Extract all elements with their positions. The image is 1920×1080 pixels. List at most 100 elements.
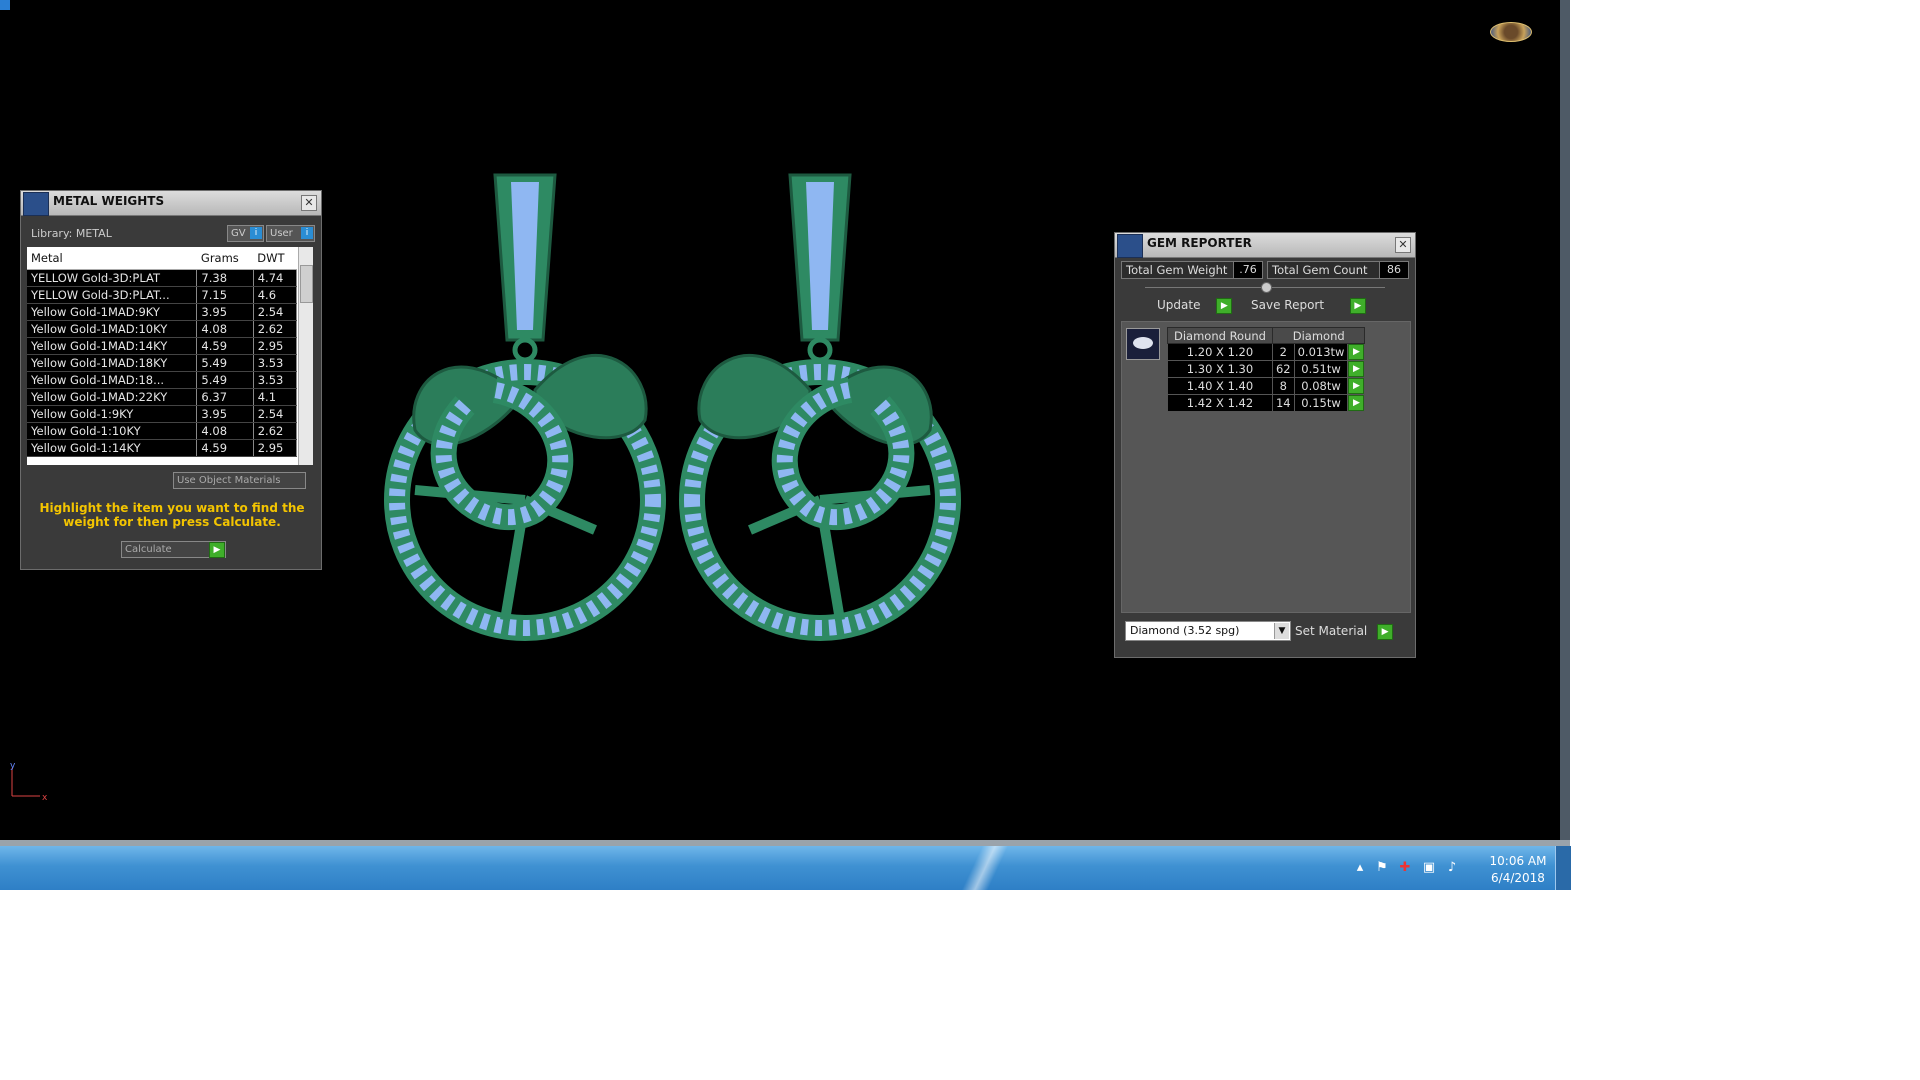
column-header-diamond: Diamond <box>1271 327 1366 344</box>
metal-weights-panel: METAL WEIGHTS ✕ Library: METAL GV i User i… <box>20 190 322 570</box>
metal-cell: Yellow Gold-1MAD:22KY <box>27 388 198 406</box>
dropdown-arrow-icon[interactable]: ▼ <box>1274 623 1289 639</box>
grams-cell: 3.95 <box>196 405 254 423</box>
gem-list[interactable]: Diamond Round Diamond 1.20 X 1.20 2 0.013t… <box>1121 321 1411 613</box>
clock-time[interactable]: 10:06 AM <box>1478 854 1558 868</box>
gem-size-cell: 1.40 X 1.40 <box>1167 377 1273 395</box>
play-icon[interactable]: ▶ <box>1348 395 1365 411</box>
metal-table-scrollbar[interactable] <box>298 247 313 465</box>
total-gem-count-value: 86 <box>1379 261 1409 279</box>
tray-arrow-icon[interactable]: ▴ <box>1352 860 1368 876</box>
table-row[interactable]: YELLOW Gold-3D:PLAT... 7.15 4.6 <box>27 286 298 304</box>
table-row[interactable]: 1.20 X 1.20 2 0.013tw ▶ <box>1167 343 1366 361</box>
dwt-cell: 2.54 <box>253 405 298 423</box>
scrollbar-thumb[interactable] <box>300 265 313 303</box>
use-object-materials-button[interactable]: Use Object Materials <box>173 472 306 489</box>
axis-y-label: y <box>10 761 16 771</box>
column-header-diamond-round: Diamond Round <box>1167 327 1273 344</box>
calculate-hint: Highlight the item you want to find the … <box>39 501 305 529</box>
window-border <box>1560 0 1570 846</box>
gem-reporter-panel: GEM REPORTER ✕ Total Gem Weight .76 Tota… <box>1114 232 1416 658</box>
set-material-label: Set Material <box>1295 624 1368 638</box>
gem-size-cell: 1.30 X 1.30 <box>1167 360 1273 378</box>
use-object-materials-label: Use Object Materials <box>177 475 281 486</box>
table-row[interactable]: Yellow Gold-1MAD:9KY 3.95 2.54 <box>27 303 298 321</box>
total-gem-weight-label: Total Gem Weight <box>1121 261 1235 279</box>
gem-reporter-icon <box>1117 234 1143 258</box>
dwt-cell: 2.54 <box>253 303 298 321</box>
update-label: Update <box>1157 298 1201 312</box>
table-row[interactable]: Yellow Gold-1MAD:14KY 4.59 2.95 <box>27 337 298 355</box>
table-row[interactable]: Yellow Gold-1:14KY 4.59 2.95 <box>27 439 298 457</box>
gem-size-cell: 1.42 X 1.42 <box>1167 394 1273 412</box>
close-icon[interactable]: ✕ <box>1395 237 1411 253</box>
table-row[interactable]: Yellow Gold-1MAD:18KY 5.49 3.53 <box>27 354 298 372</box>
3d-viewport[interactable]: y x METAL WEIGHTS ✕ Library: METAL GV i U… <box>0 0 1560 846</box>
row-action-cell[interactable]: ▶ <box>1347 343 1366 361</box>
table-row[interactable]: 1.40 X 1.40 8 0.08tw ▶ <box>1167 377 1366 395</box>
column-header-metal[interactable]: Metal <box>27 247 197 270</box>
taskbar-highlight <box>930 846 1040 890</box>
speaker-icon[interactable]: ♪ <box>1444 860 1460 876</box>
user-label: User <box>270 228 293 239</box>
close-icon[interactable]: ✕ <box>301 195 317 211</box>
metal-cell: Yellow Gold-1MAD:14KY <box>27 337 198 355</box>
metal-weights-titlebar[interactable]: METAL WEIGHTS ✕ <box>21 191 321 216</box>
flag-icon[interactable]: ⚑ <box>1374 860 1390 876</box>
table-row[interactable]: 1.42 X 1.42 14 0.15tw ▶ <box>1167 394 1366 412</box>
material-select[interactable]: Diamond (3.52 spg) ▼ <box>1125 621 1291 641</box>
gem-reporter-title: GEM REPORTER <box>1147 236 1252 250</box>
row-action-cell[interactable]: ▶ <box>1347 394 1366 412</box>
metal-weights-title: METAL WEIGHTS <box>53 194 165 208</box>
axis-x-label: x <box>42 793 48 800</box>
network-icon[interactable]: ▣ <box>1421 860 1437 876</box>
dwt-cell: 2.95 <box>253 337 298 355</box>
dwt-cell: 2.62 <box>253 320 298 338</box>
play-icon[interactable]: ▶ <box>1216 297 1233 314</box>
column-header-dwt[interactable]: DWT <box>253 247 297 270</box>
diamond-round-icon[interactable] <box>1126 328 1160 360</box>
gem-count-cell: 8 <box>1271 377 1295 395</box>
grams-cell: 4.59 <box>196 337 254 355</box>
table-row[interactable]: Yellow Gold-1:10KY 4.08 2.62 <box>27 422 298 440</box>
gem-weight-cell: 0.51tw <box>1293 360 1349 378</box>
table-row[interactable]: YELLOW Gold-3D:PLAT 7.38 4.74 <box>27 269 298 287</box>
set-material-button[interactable]: Set Material ▶ <box>1295 623 1394 640</box>
total-gem-count-label: Total Gem Count <box>1267 261 1381 279</box>
gem-weight-cell: 0.08tw <box>1293 377 1349 395</box>
play-icon[interactable]: ▶ <box>1348 361 1365 377</box>
gem-reporter-titlebar[interactable]: GEM REPORTER ✕ <box>1115 233 1415 258</box>
calculate-button[interactable]: Calculate ▶ <box>121 541 226 558</box>
play-icon[interactable]: ▶ <box>1349 297 1366 314</box>
table-row[interactable]: Yellow Gold-1MAD:22KY 6.37 4.1 <box>27 388 298 406</box>
row-action-cell[interactable]: ▶ <box>1347 360 1366 378</box>
material-select-value: Diamond (3.52 spg) <box>1130 624 1240 637</box>
dwt-cell: 4.1 <box>253 388 298 406</box>
clock-date[interactable]: 6/4/2018 <box>1478 871 1558 885</box>
gem-count-cell: 2 <box>1271 343 1295 361</box>
grams-cell: 5.49 <box>196 354 254 372</box>
table-row[interactable]: Yellow Gold-1MAD:10KY 4.08 2.62 <box>27 320 298 338</box>
splitter-handle[interactable] <box>1261 282 1272 293</box>
save-report-button[interactable]: Save Report ▶ <box>1251 297 1366 314</box>
show-desktop-button[interactable] <box>1555 846 1571 890</box>
play-icon[interactable]: ▶ <box>1348 378 1365 394</box>
table-row[interactable]: 1.30 X 1.30 62 0.51tw ▶ <box>1167 360 1366 378</box>
play-icon[interactable]: ▶ <box>209 542 225 558</box>
info-icon: i <box>250 227 262 239</box>
grams-cell: 4.08 <box>196 422 254 440</box>
taskbar: ▴ ⚑ ✚ ▣ ♪ 10:06 AM 6/4/2018 <box>0 846 1571 890</box>
gem-weight-cell: 0.15tw <box>1293 394 1349 412</box>
gv-button[interactable]: GV i <box>227 225 264 242</box>
column-header-grams[interactable]: Grams <box>196 247 254 270</box>
table-row[interactable]: Yellow Gold-1:9KY 3.95 2.54 <box>27 405 298 423</box>
security-icon[interactable]: ✚ <box>1397 860 1413 876</box>
user-button[interactable]: User i <box>266 225 315 242</box>
table-row[interactable]: Yellow Gold-1MAD:18... 5.49 3.53 <box>27 371 298 389</box>
grams-cell: 4.59 <box>196 439 254 457</box>
update-button[interactable]: Update ▶ <box>1157 297 1233 314</box>
metal-table[interactable]: Metal Grams DWT YELLOW Gold-3D:PLAT 7.38 4… <box>27 247 313 465</box>
play-icon[interactable]: ▶ <box>1377 623 1394 640</box>
row-action-cell[interactable]: ▶ <box>1347 377 1366 395</box>
play-icon[interactable]: ▶ <box>1348 344 1365 360</box>
